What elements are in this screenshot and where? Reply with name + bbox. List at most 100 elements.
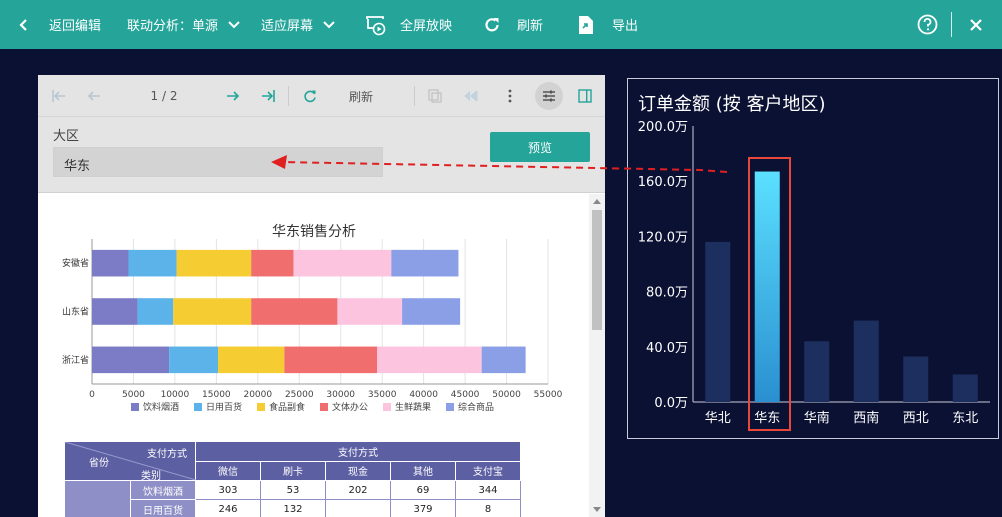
toolbar-divider bbox=[288, 86, 289, 106]
back-to-edit-label: 返回编辑 bbox=[49, 19, 102, 34]
reload-icon[interactable] bbox=[299, 75, 321, 117]
y-tick-label: 0.0万 bbox=[654, 396, 688, 411]
pivot-value-cell: 53 bbox=[260, 480, 326, 500]
bar-segment bbox=[337, 298, 403, 325]
top-toolbar: 返回编辑 联动分析：单源 适应屏幕 全屏放映 刷新 导出 bbox=[0, 0, 1002, 49]
selected-bar-highlight bbox=[748, 157, 791, 431]
legend-swatch bbox=[194, 403, 202, 411]
x-tick-label: 5000 bbox=[122, 390, 145, 400]
pivot-value-cell: 246 bbox=[195, 499, 261, 517]
pivot-value-cell bbox=[325, 499, 391, 517]
x-tick-label: 35000 bbox=[368, 390, 397, 400]
prev-page-icon[interactable] bbox=[83, 75, 105, 117]
more-vertical-icon[interactable] bbox=[499, 75, 521, 117]
y-tick-label: 80.0万 bbox=[646, 286, 688, 301]
bar-segment bbox=[92, 346, 170, 374]
x-tick-label: 40000 bbox=[409, 390, 438, 400]
report-content: 华东销售分析 0 5000 10000 15000 20000 25000 30000 3500… bbox=[38, 194, 605, 517]
x-category-label: 西北 bbox=[903, 411, 929, 426]
chart-title: 华东销售分析 bbox=[272, 224, 356, 240]
y-tick-label: 120.0万 bbox=[638, 230, 688, 245]
fullscreen-button[interactable]: 全屏放映 bbox=[364, 0, 452, 49]
diagonal-line bbox=[65, 442, 196, 480]
bar-segment bbox=[176, 249, 252, 277]
report-panel: 1 / 2 刷新 大区 华东 预览 华东销售分析 0 5000 10000 15… bbox=[38, 75, 605, 517]
next-page-icon[interactable] bbox=[222, 75, 244, 117]
x-tick-label: 45000 bbox=[451, 390, 480, 400]
bar-segment bbox=[293, 249, 392, 277]
pivot-corner-diagonal bbox=[65, 442, 196, 480]
panel-toggle-icon[interactable] bbox=[574, 75, 596, 117]
refresh-button[interactable]: 刷新 bbox=[483, 0, 543, 49]
x-category-label: 华南 bbox=[804, 410, 830, 426]
x-tick-label: 55000 bbox=[534, 390, 563, 400]
filter-settings-icon[interactable] bbox=[535, 82, 563, 110]
back-to-edit-button[interactable]: 返回编辑 bbox=[18, 0, 101, 49]
order-amount-chart: 订单金额 (按 客户地区) 0.0万 40.0万 80.0万 120.0万 160.0万 2… bbox=[638, 94, 990, 426]
parameter-panel: 大区 华东 预览 bbox=[38, 117, 605, 193]
legend-label: 综合商品 bbox=[458, 401, 494, 413]
pivot-column-header: 支付宝 bbox=[455, 460, 521, 481]
bar-segment bbox=[169, 346, 219, 374]
pivot-corner: 支付方式 省份 类别 bbox=[64, 441, 196, 482]
bar bbox=[853, 320, 879, 402]
legend-swatch bbox=[320, 403, 328, 411]
toolbar-divider bbox=[414, 86, 415, 106]
chevron-down-icon bbox=[323, 20, 335, 28]
export-label: 导出 bbox=[612, 19, 639, 34]
pivot-category-cell: 饮料烟酒 bbox=[130, 480, 196, 500]
bar-segment bbox=[481, 346, 526, 374]
linkage-analysis-dropdown[interactable]: 联动分析：单源 bbox=[127, 0, 240, 49]
legend-label: 生鲜蔬果 bbox=[395, 401, 431, 413]
y-tick-label: 200.0万 bbox=[638, 120, 688, 135]
pivot-value-cell: 132 bbox=[260, 499, 326, 517]
legend-swatch bbox=[446, 403, 454, 411]
vertical-scrollbar[interactable] bbox=[589, 194, 605, 517]
legend-label: 饮料烟酒 bbox=[143, 401, 179, 413]
export-button[interactable]: 导出 bbox=[578, 0, 638, 49]
rewind-icon[interactable] bbox=[459, 75, 481, 117]
copy-icon[interactable] bbox=[424, 75, 446, 117]
x-tick-label: 50000 bbox=[492, 390, 521, 400]
presentation-play-icon bbox=[366, 15, 386, 35]
x-tick-label: 15000 bbox=[202, 390, 231, 400]
region-param-input[interactable]: 华东 bbox=[53, 147, 383, 177]
bar-segment bbox=[284, 346, 378, 374]
bar bbox=[705, 241, 731, 402]
refresh-icon bbox=[485, 17, 499, 31]
y-tick-label: 160.0万 bbox=[638, 175, 688, 190]
question-circle-icon bbox=[917, 14, 938, 35]
chevron-left-icon bbox=[19, 18, 27, 31]
bar-segment bbox=[402, 298, 461, 325]
pivot-category-cell: 日用百货 bbox=[130, 499, 196, 517]
region-param-label: 大区 bbox=[53, 129, 80, 144]
scroll-down-arrow[interactable] bbox=[593, 507, 601, 512]
close-button[interactable] bbox=[969, 0, 983, 49]
x-tick-label: 25000 bbox=[285, 390, 314, 400]
pivot-column-header: 其他 bbox=[390, 460, 456, 481]
scroll-up-arrow[interactable] bbox=[593, 199, 601, 204]
scroll-thumb[interactable] bbox=[592, 210, 602, 330]
help-button[interactable] bbox=[917, 0, 938, 49]
pivot-value-cell: 69 bbox=[390, 480, 456, 500]
first-page-icon[interactable] bbox=[48, 75, 70, 117]
pivot-value-cell: 379 bbox=[390, 499, 456, 517]
pivot-group-header: 支付方式 bbox=[195, 441, 521, 462]
bar-segment bbox=[173, 298, 252, 325]
pivot-value-cell: 8 bbox=[455, 499, 521, 517]
pivot-value-cell: 202 bbox=[325, 480, 391, 500]
preview-button[interactable]: 预览 bbox=[490, 132, 590, 162]
report-refresh-label[interactable]: 刷新 bbox=[341, 75, 381, 117]
legend-label: 日用百货 bbox=[206, 401, 242, 413]
fit-screen-label: 适应屏幕 bbox=[261, 19, 314, 34]
pivot-corner-labels: 支付方式 省份 类别 bbox=[65, 442, 196, 482]
bar-segment bbox=[128, 249, 177, 277]
fit-screen-dropdown[interactable]: 适应屏幕 bbox=[261, 0, 335, 49]
bar-segment bbox=[92, 298, 138, 325]
bar-segment bbox=[218, 346, 285, 374]
order-amount-chart-panel: 订单金额 (按 客户地区) 0.0万 40.0万 80.0万 120.0万 160.0万 2… bbox=[627, 78, 999, 439]
last-page-icon[interactable] bbox=[257, 75, 279, 117]
refresh-label: 刷新 bbox=[517, 19, 544, 34]
y-category-label: 安徽省 bbox=[62, 257, 89, 269]
x-tick-label: 10000 bbox=[161, 390, 190, 400]
